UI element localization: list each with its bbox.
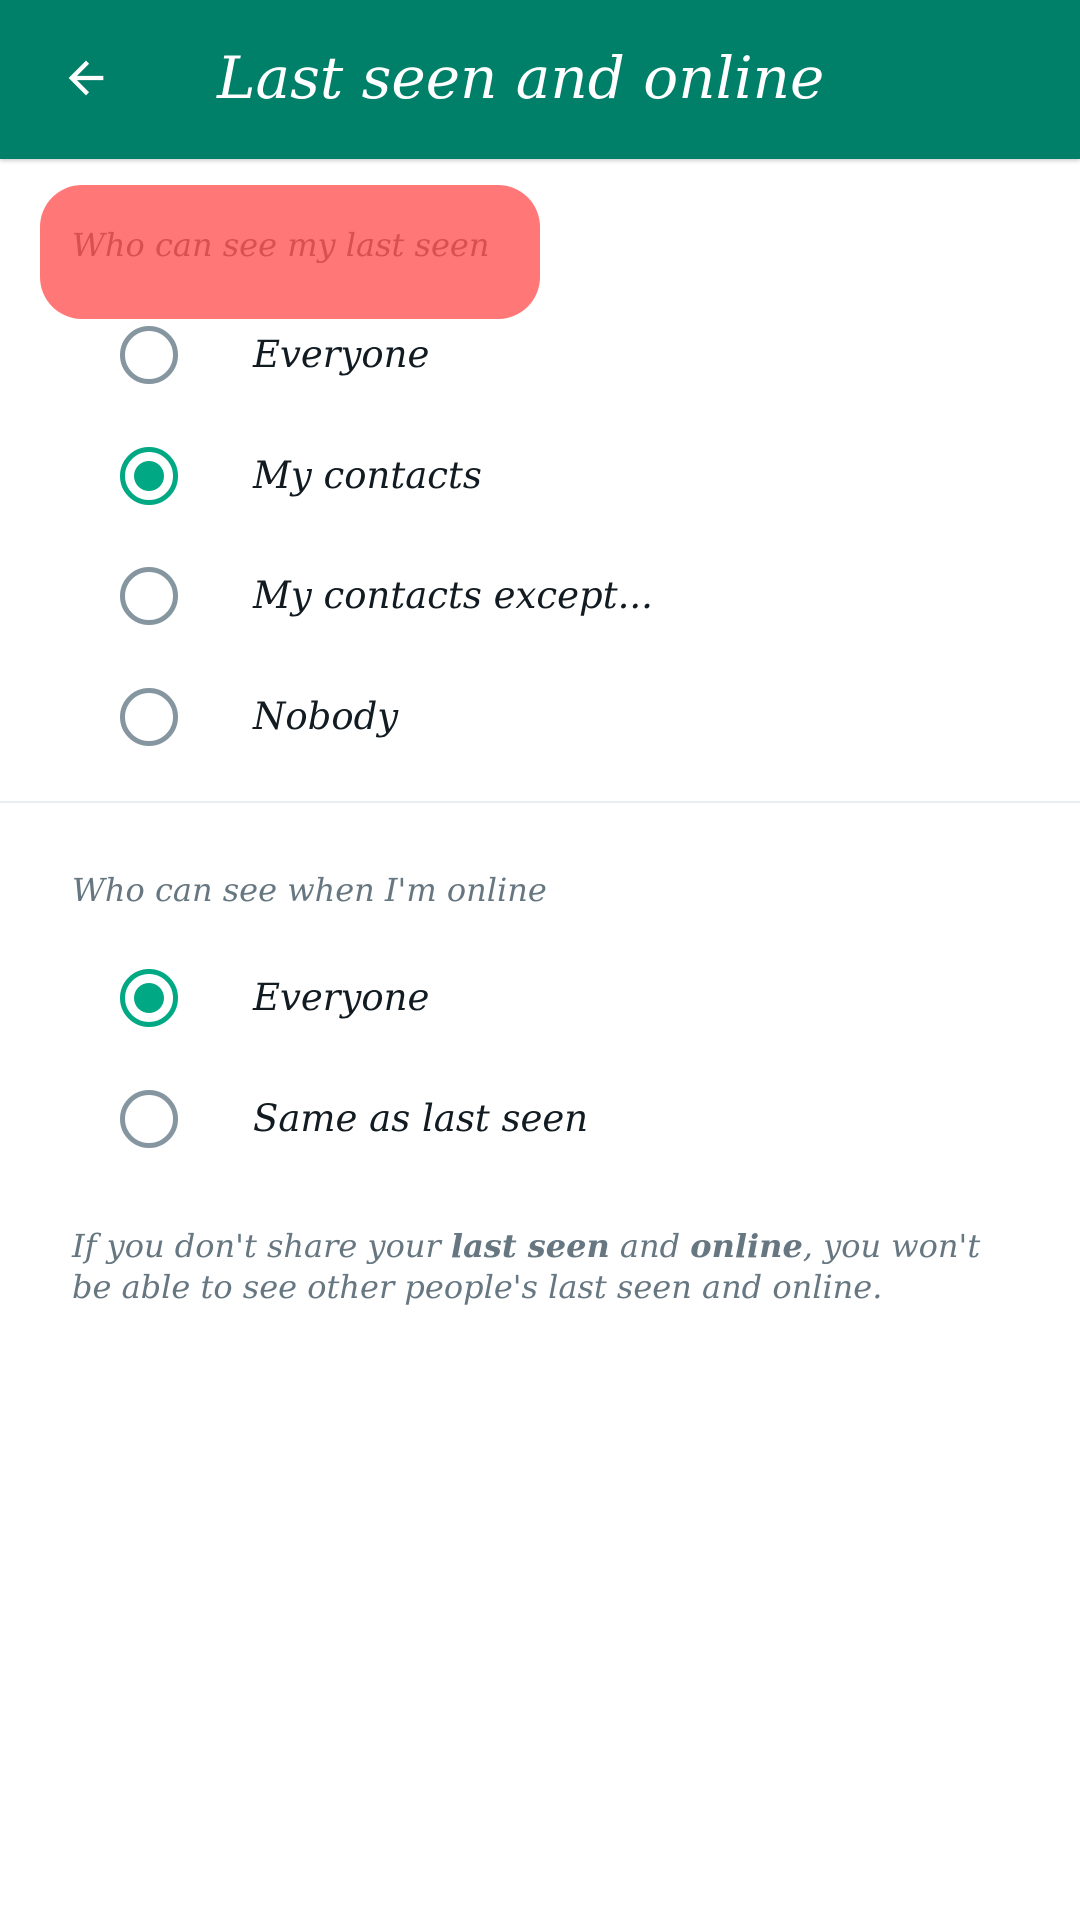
app-bar: Last seen and online — [0, 0, 1080, 159]
last-seen-option-my-contacts[interactable]: My contacts — [0, 416, 1080, 536]
option-label: Nobody — [253, 695, 399, 738]
last-seen-option-my-contacts-except[interactable]: My contacts except... — [0, 536, 1080, 656]
footer-text: and — [609, 1227, 691, 1265]
radio-button[interactable] — [120, 1090, 178, 1148]
radio-button[interactable] — [120, 688, 178, 746]
radio-button[interactable] — [120, 567, 178, 625]
radio-button-checked[interactable] — [120, 447, 178, 505]
radio-button[interactable] — [120, 326, 178, 384]
back-button[interactable] — [44, 36, 128, 120]
option-label: Everyone — [253, 333, 430, 376]
divider — [0, 801, 1080, 803]
option-label: Everyone — [253, 976, 430, 1019]
last-seen-option-everyone[interactable]: Everyone — [0, 295, 1080, 415]
option-label: My contacts except... — [253, 574, 653, 617]
footer-bold-online: online — [690, 1227, 803, 1265]
radio-button-checked[interactable] — [120, 969, 178, 1027]
footer-note: If you don't share your last seen and on… — [72, 1226, 1022, 1308]
online-option-everyone[interactable]: Everyone — [0, 938, 1080, 1058]
arrow-left-icon — [68, 60, 104, 96]
option-label: Same as last seen — [253, 1097, 589, 1140]
last-seen-header: Who can see my last seen — [72, 226, 490, 264]
footer-text: If you don't share your — [72, 1227, 451, 1265]
option-label: My contacts — [253, 454, 482, 497]
page-title: Last seen and online — [217, 44, 825, 112]
online-header: Who can see when I'm online — [72, 871, 547, 909]
footer-bold-last-seen: last seen — [450, 1227, 610, 1265]
last-seen-option-nobody[interactable]: Nobody — [0, 657, 1080, 777]
online-option-same-as-last-seen[interactable]: Same as last seen — [0, 1059, 1080, 1179]
